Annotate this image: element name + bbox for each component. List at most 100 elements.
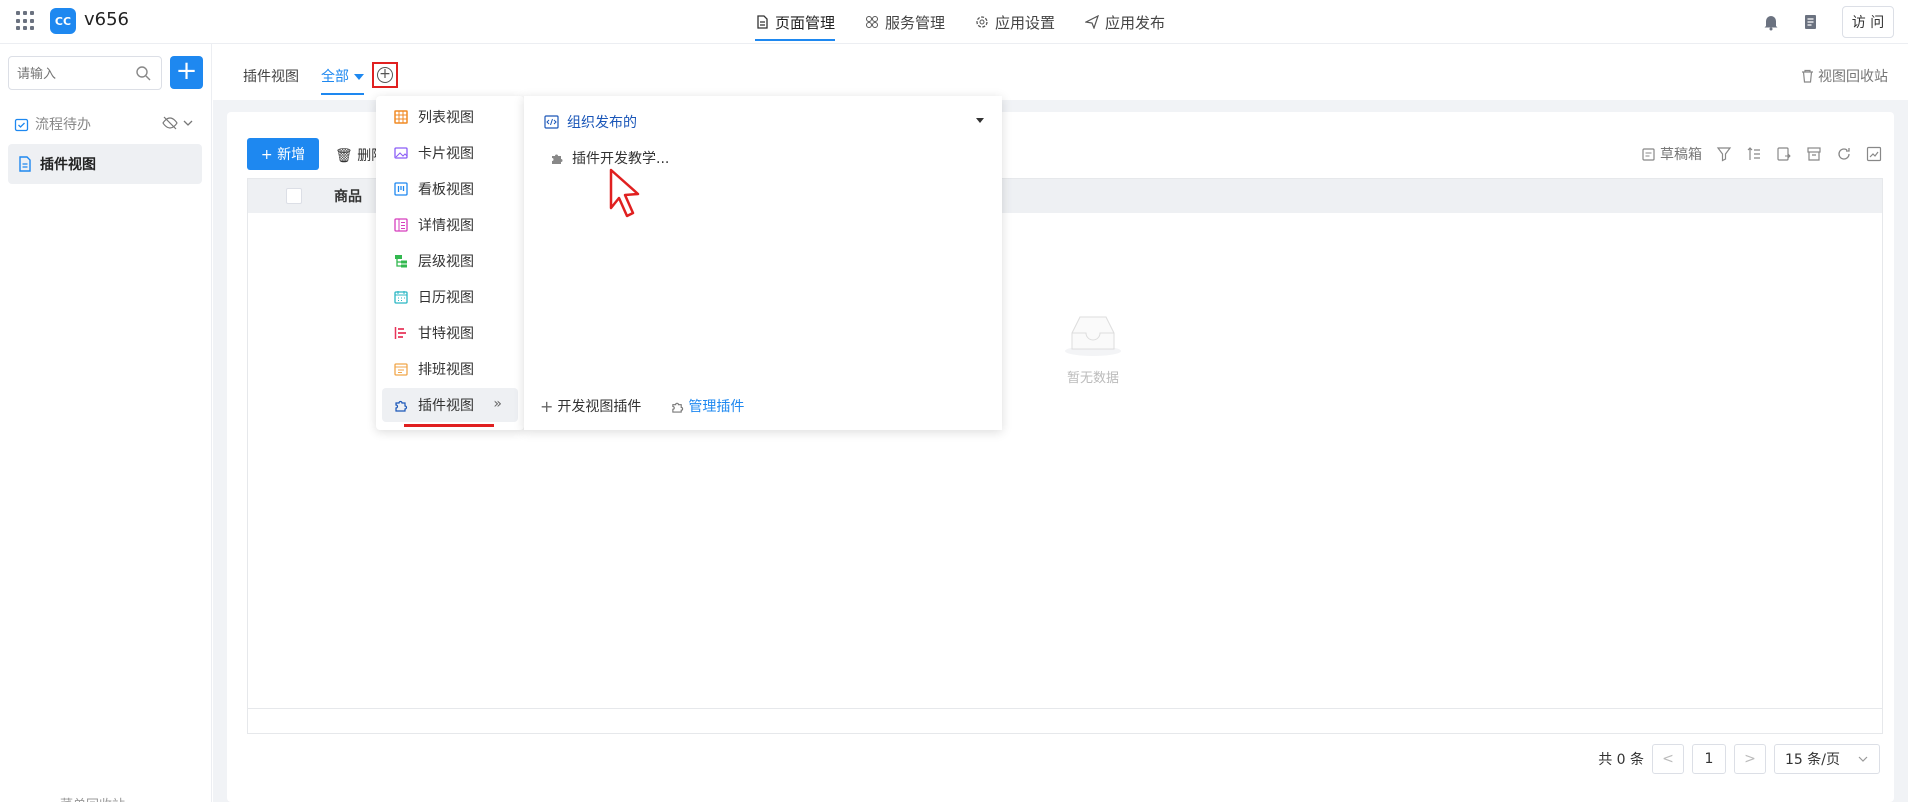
trash-icon <box>1802 69 1813 83</box>
plugin-entry-tutorial[interactable]: 插件开发教学... <box>550 148 669 168</box>
nav-page-management[interactable]: 页面管理 <box>755 0 836 44</box>
archive-icon[interactable] <box>1806 146 1822 162</box>
develop-plugin-label: 开发视图插件 <box>557 399 642 415</box>
menu-item-hierarchy-view[interactable]: 层级视图 <box>382 244 518 278</box>
double-chevron-right-icon: » <box>493 396 502 412</box>
app-logo: CC <box>50 8 76 34</box>
document-icon <box>757 15 768 29</box>
draft-icon <box>1642 147 1655 161</box>
grid-cluster-icon <box>866 16 879 28</box>
caret-down-icon[interactable] <box>976 118 984 123</box>
view-recycle-bin[interactable]: 视图回收站 <box>1801 66 1888 86</box>
tab-plugin-view[interactable]: 插件视图 <box>243 66 299 86</box>
code-window-icon <box>544 115 559 129</box>
hierarchy-icon <box>395 255 407 268</box>
table-footer-divider <box>248 708 1882 709</box>
menu-item-plugin-view[interactable]: 插件视图 » <box>382 388 518 422</box>
eye-off-icon <box>162 116 178 130</box>
image-card-icon <box>394 147 408 159</box>
nav-app-settings[interactable]: 应用设置 <box>975 0 1055 44</box>
page-size-select[interactable]: 15 条/页 <box>1774 744 1880 774</box>
tab-all[interactable]: 全部 <box>321 66 364 95</box>
menu-item-card-view[interactable]: 卡片视图 <box>382 136 518 170</box>
schedule-icon <box>394 363 408 376</box>
app-launcher-icon[interactable] <box>16 11 36 31</box>
manage-plugin-link[interactable]: 管理插件 <box>671 396 744 416</box>
table-toolbar: 草稿箱 <box>1641 144 1882 164</box>
document-icon <box>19 156 31 172</box>
view-tab-bar: 插件视图 全部 + 视图回收站 <box>213 44 1908 100</box>
tab-all-label: 全部 <box>321 69 349 85</box>
menu-item-detail-view[interactable]: 详情视图 <box>382 208 518 242</box>
menu-item-schedule-view[interactable]: 排班视图 <box>382 352 518 386</box>
menu-item-list-view[interactable]: 列表视图 <box>382 100 518 134</box>
menu-item-label: 插件视图 <box>418 398 474 414</box>
bell-icon[interactable] <box>1762 13 1780 31</box>
prev-page-button[interactable]: < <box>1652 744 1684 774</box>
sort-icon[interactable] <box>1746 146 1762 162</box>
draft-box-button[interactable]: 草稿箱 <box>1641 144 1702 164</box>
visibility-toggle[interactable] <box>162 116 194 130</box>
menu-recycle-bin[interactable]: 菜单回收站 <box>60 794 125 802</box>
notes-icon[interactable] <box>1802 13 1820 31</box>
sidebar-item-label: 插件视图 <box>40 157 96 173</box>
nav-label: 应用发布 <box>1105 13 1166 32</box>
plugin-submenu: 组织发布的 插件开发教学... + 开发视图插件 管理插件 <box>524 96 1002 430</box>
menu-item-label: 日历视图 <box>418 290 474 306</box>
search-input[interactable] <box>17 65 127 81</box>
main-nav: 页面管理 服务管理 应用设置 应用发布 <box>755 0 1165 44</box>
develop-plugin-link[interactable]: + 开发视图插件 <box>540 396 641 416</box>
nav-app-publish[interactable]: 应用发布 <box>1085 0 1165 44</box>
empty-text: 暂无数据 <box>1066 371 1119 386</box>
plus-icon: + <box>540 396 554 416</box>
nav-label: 应用设置 <box>995 13 1056 32</box>
add-page-button[interactable]: + <box>170 56 203 89</box>
menu-item-label: 详情视图 <box>418 218 474 234</box>
gear-icon <box>976 16 988 28</box>
nav-label: 页面管理 <box>775 13 836 32</box>
view-type-menu: 列表视图 卡片视图 看板视图 详情视图 层级视图 日历视图 甘特视图 排班视图 … <box>376 96 524 430</box>
calendar-check-icon <box>14 118 29 131</box>
kanban-icon <box>394 182 408 196</box>
menu-item-label: 列表视图 <box>418 110 474 126</box>
menu-item-label: 甘特视图 <box>418 326 474 342</box>
export-icon[interactable] <box>1776 146 1792 162</box>
search-field[interactable] <box>8 56 162 90</box>
visit-button[interactable]: 访 问 <box>1842 6 1894 38</box>
menu-item-gantt-view[interactable]: 甘特视图 <box>382 316 518 350</box>
manage-plugin-label: 管理插件 <box>688 399 745 415</box>
sidebar-group-label: 流程待办 <box>35 117 91 133</box>
add-view-button[interactable]: + <box>372 62 398 88</box>
org-published-section[interactable]: 组织发布的 <box>544 112 984 132</box>
sidebar-item-plugin-view[interactable]: 插件视图 <box>8 144 202 184</box>
column-header-product[interactable]: 商品 <box>334 186 362 206</box>
search-icon[interactable] <box>135 65 151 81</box>
puzzle-icon <box>552 154 563 164</box>
caret-down-icon <box>354 74 364 80</box>
refresh-icon[interactable] <box>1836 146 1852 162</box>
menu-item-calendar-view[interactable]: 日历视图 <box>382 280 518 314</box>
sidebar-group-workflow[interactable]: 流程待办 <box>14 112 194 136</box>
filter-icon[interactable] <box>1716 146 1732 162</box>
top-right-actions: 访 问 <box>1762 6 1894 38</box>
nav-service-management[interactable]: 服务管理 <box>865 0 945 44</box>
gantt-icon <box>394 327 406 339</box>
send-icon <box>1085 15 1100 29</box>
next-page-button[interactable]: > <box>1734 744 1766 774</box>
chevron-down-icon <box>1858 756 1868 762</box>
menu-item-label: 卡片视图 <box>418 146 474 162</box>
sidebar: + 流程待办 插件视图 菜单回收站 <box>0 44 212 802</box>
select-all-checkbox[interactable] <box>286 188 302 204</box>
pagination: 共 0 条 < 1 > 15 条/页 <box>1598 744 1880 774</box>
plugin-actions: + 开发视图插件 管理插件 <box>540 396 744 416</box>
cursor-arrow-icon <box>609 168 640 218</box>
chart-icon[interactable] <box>1866 146 1882 162</box>
menu-item-kanban-view[interactable]: 看板视图 <box>382 172 518 206</box>
top-bar: CC v656 页面管理 服务管理 应用设置 应用发布 访 问 <box>0 0 1908 44</box>
chevron-down-icon <box>183 120 193 126</box>
plugin-entry-label: 插件开发教学... <box>572 151 670 167</box>
new-record-button[interactable]: + 新增 <box>247 138 319 170</box>
puzzle-icon <box>672 402 684 413</box>
menu-item-label: 层级视图 <box>418 254 474 270</box>
page-number[interactable]: 1 <box>1692 744 1726 774</box>
